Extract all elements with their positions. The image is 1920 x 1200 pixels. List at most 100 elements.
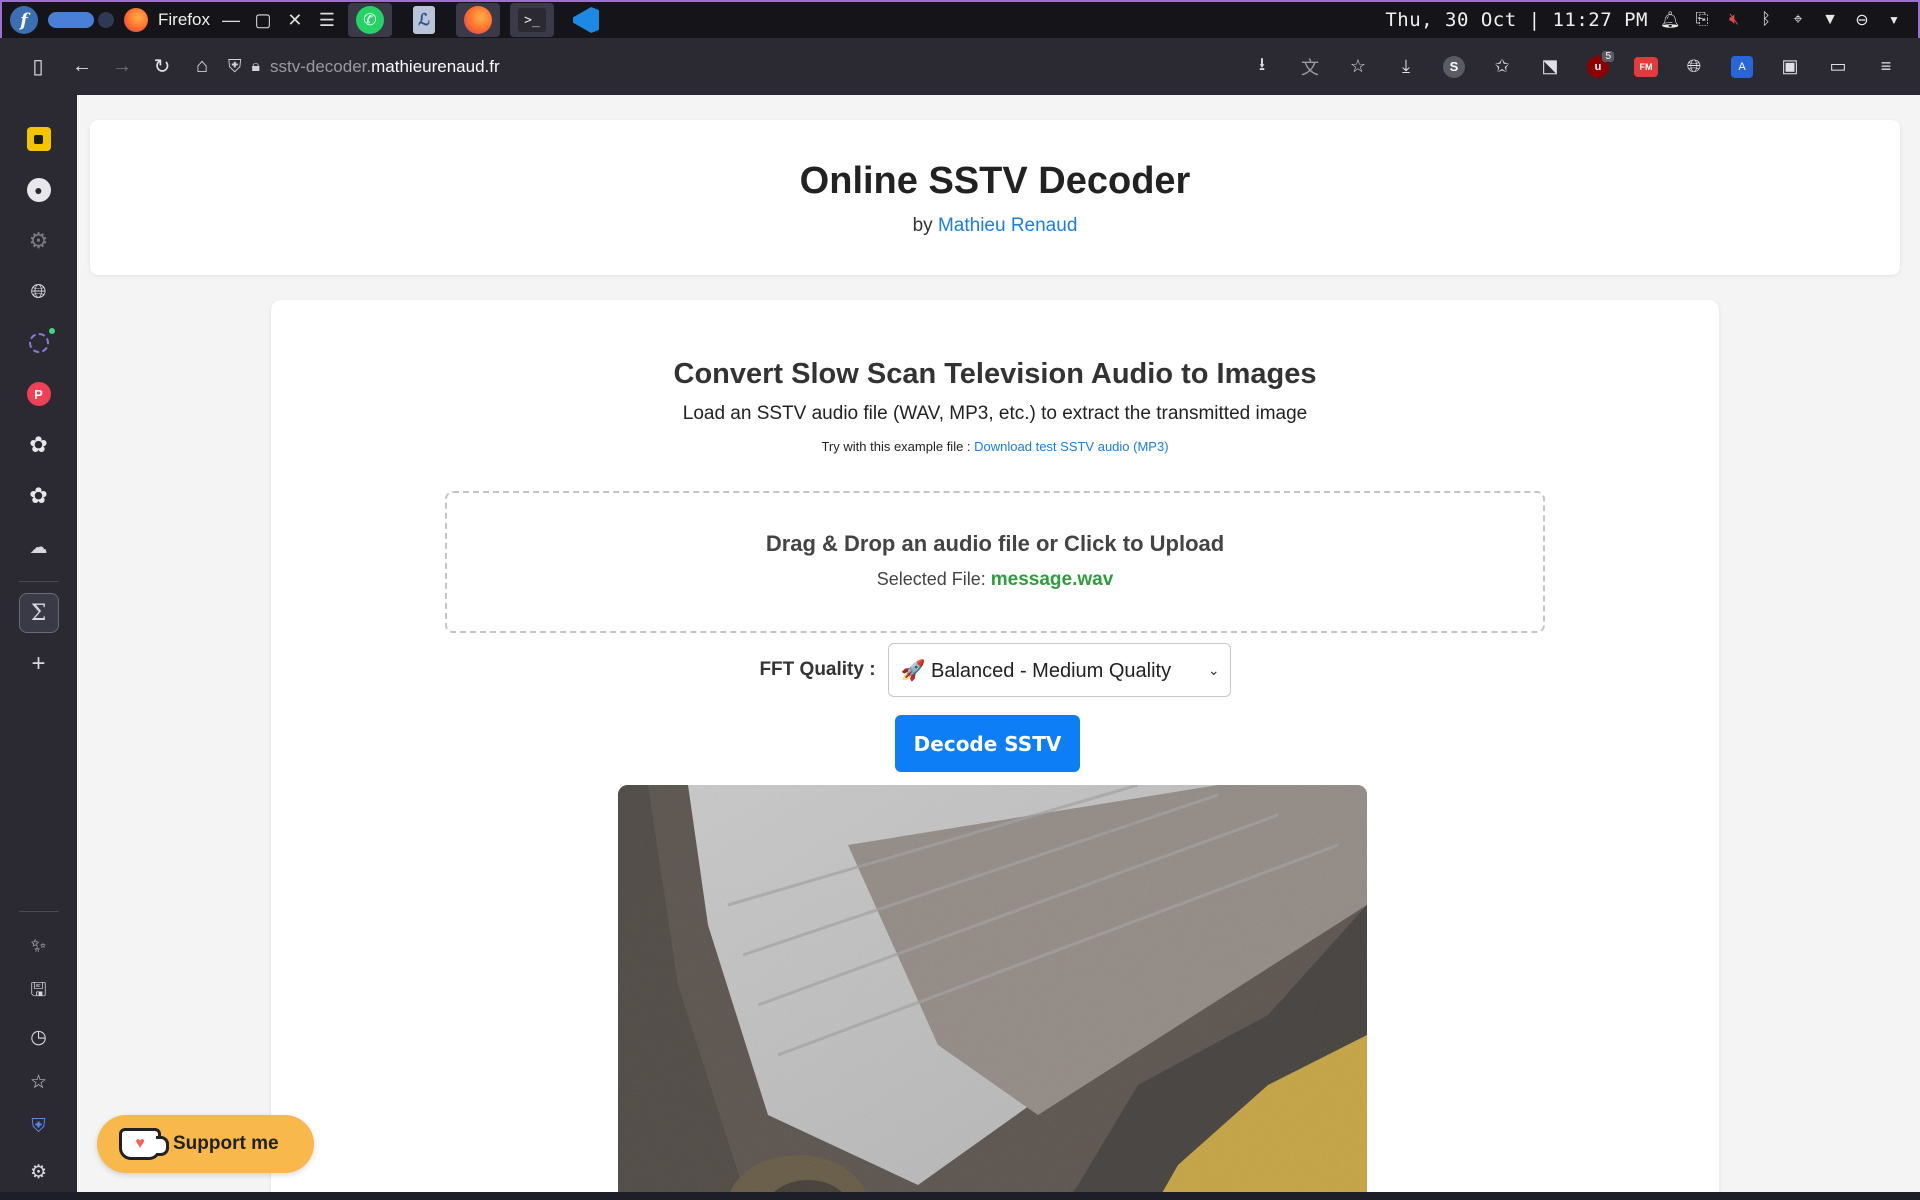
web-page: Online SSTV Decoder by Mathieu Renaud Co… — [77, 95, 1920, 1192]
wifi-icon[interactable]: ▼ — [1820, 11, 1840, 29]
tracking-shield-icon[interactable]: ⛨ — [228, 56, 242, 77]
author-prefix: by — [912, 215, 938, 236]
reload-icon[interactable]: ↻ — [142, 49, 182, 85]
system-top-bar: f Firefox — ▢ ✕ ☰ ✆ ℒ >_ Thu, 30 Oct | 1… — [0, 0, 1920, 38]
downloads-icon[interactable]: ⤓ — [1384, 49, 1428, 85]
taskbar-firefox[interactable] — [455, 3, 500, 37]
sidebar-item-save[interactable]: 🖫︎ — [19, 972, 59, 1012]
sidebar-item-mascot[interactable]: ☁ — [19, 527, 59, 567]
forward-icon[interactable]: → — [102, 49, 142, 85]
notes-icon — [26, 127, 51, 151]
sidebar-panel-icon[interactable]: ▭ — [1816, 49, 1860, 85]
browser-sidebar: ● ⚙ 🌐︎ P ✿ ✿ ☁ Σ + ✨︎ 🖫︎ ◷ ☆ ⛨ ⚙ — [0, 95, 77, 1200]
selected-file-prefix: Selected File: — [876, 569, 991, 589]
sidebar-item-github[interactable]: ● — [19, 170, 59, 210]
decoder-card: Convert Slow Scan Television Audio to Im… — [271, 300, 1719, 1192]
fft-quality-select[interactable]: 🚀 Balanced - Medium Quality ⌄ — [887, 643, 1231, 697]
decoded-image-graphic — [618, 785, 1367, 1192]
support-me-label: Support me — [173, 1133, 279, 1154]
reading-list-icon[interactable]: ✩ — [1480, 49, 1524, 85]
save-icon: 🖫︎ — [30, 980, 47, 1001]
notification-bell-icon[interactable]: 🔔︎ — [1660, 10, 1680, 30]
sidebar-item-sigma[interactable]: Σ — [18, 593, 59, 633]
back-icon[interactable]: ← — [62, 49, 102, 85]
history-icon: ◷ — [30, 1026, 47, 1048]
url-bar[interactable]: ⛨ 🔒︎ sstv-decoder.mathieurenaud.fr — [228, 47, 500, 87]
container-icon[interactable]: ▣ — [1768, 49, 1812, 85]
url-domain: mathieurenaud.fr — [371, 56, 500, 76]
sidebar-item-security[interactable]: ⛨ — [19, 1107, 59, 1147]
system-clock[interactable]: Thu, 30 Oct | 11:27 PM — [1385, 9, 1648, 31]
lock-icon[interactable]: 🔒︎ — [252, 58, 261, 76]
location-icon[interactable]: ⌖ — [1788, 11, 1808, 29]
translate-page-icon[interactable]: 文 — [1288, 49, 1332, 85]
taskbar-document-viewer[interactable]: ℒ — [402, 3, 446, 37]
chatgpt-icon: ✿ — [29, 432, 48, 457]
sidebar-item-extension[interactable]: ⚙ — [19, 221, 59, 261]
workspace-indicator-active[interactable] — [48, 12, 94, 28]
ublock-icon[interactable]: u 5 — [1576, 49, 1620, 85]
taskbar-vscode[interactable] — [564, 3, 608, 37]
extension-s-icon[interactable]: S — [1432, 49, 1476, 85]
sidebar-add-button[interactable]: + — [19, 644, 59, 684]
fft-quality-label: FFT Quality : — [759, 659, 876, 680]
sidebar-toggle-icon[interactable]: ▯ — [18, 49, 58, 85]
translator-extension-icon[interactable]: A — [1720, 49, 1764, 85]
example-download-link[interactable]: Download test SSTV audio (MP3) — [974, 439, 1168, 454]
active-window-title: Firefox — [158, 10, 210, 29]
sidebar-item-notes[interactable] — [19, 119, 59, 159]
bookmarks-icon: ☆ — [29, 1071, 48, 1093]
terminal-icon: >_ — [517, 8, 546, 32]
extension-fm-icon[interactable]: FM — [1624, 49, 1668, 85]
sidebar-item-globe[interactable]: 🌐︎ — [19, 272, 59, 312]
taskbar-whatsapp[interactable]: ✆ — [347, 3, 392, 37]
page-title: Online SSTV Decoder — [799, 160, 1191, 202]
author-link[interactable]: Mathieu Renaud — [938, 215, 1077, 236]
sidebar-item-ai[interactable]: ✨︎ — [19, 927, 59, 967]
clipboard-icon[interactable]: ⎘ — [1692, 11, 1712, 29]
settings-icon: ⚙ — [29, 1161, 48, 1183]
section-heading: Convert Slow Scan Television Audio to Im… — [673, 358, 1317, 390]
decode-sstv-button[interactable]: Decode SSTV — [895, 715, 1080, 772]
sidebar-item-chatgpt[interactable]: ✿ — [19, 425, 59, 465]
volume-icon[interactable]: 🔇︎ — [1724, 11, 1744, 29]
sidebar-item-bookmarks[interactable]: ☆ — [19, 1062, 59, 1102]
tray-menu-chevron-icon[interactable]: ▼ — [1884, 13, 1904, 27]
bluetooth-icon[interactable]: ᛒ — [1756, 11, 1776, 29]
sidebar-item-chatgpt-2[interactable]: ✿ — [19, 476, 59, 516]
close-icon[interactable]: ✕ — [284, 10, 306, 31]
extension-fm-label: FM — [1634, 56, 1658, 77]
add-icon: + — [31, 650, 46, 677]
maximize-icon[interactable]: ▢ — [252, 10, 274, 31]
pocket-icon: P — [26, 382, 51, 406]
chevron-down-icon: ⌄ — [1207, 661, 1220, 678]
header-card: Online SSTV Decoder by Mathieu Renaud — [90, 120, 1900, 275]
upload-dropzone[interactable]: Drag & Drop an audio file or Click to Up… — [445, 491, 1545, 633]
window-menu-icon[interactable]: ☰ — [316, 10, 338, 31]
home-icon[interactable]: ⌂ — [182, 49, 222, 85]
install-app-icon[interactable]: ⭳ — [1240, 49, 1284, 85]
sparkle-icon: ✨︎ — [30, 936, 47, 957]
vscode-icon — [572, 7, 599, 33]
globe-icon: 🌐︎ — [30, 280, 47, 303]
sidebar-item-loading[interactable] — [19, 323, 59, 363]
globe-extension-icon[interactable]: 🌐︎ — [1672, 49, 1716, 85]
sidebar-item-history[interactable]: ◷ — [19, 1017, 59, 1057]
sidebar-item-pocket[interactable]: P — [19, 374, 59, 414]
workspace-indicator[interactable] — [98, 12, 114, 28]
sidebar-item-settings[interactable]: ⚙ — [19, 1152, 59, 1192]
example-line: Try with this example file : Download te… — [271, 439, 1719, 454]
sidebar-bottom-group: ✨︎ 🖫︎ ◷ ☆ ⛨ ⚙ — [0, 911, 77, 1200]
do-not-disturb-icon[interactable]: ⊖ — [1852, 10, 1872, 30]
fedora-logo-icon[interactable]: f — [10, 6, 38, 34]
example-prefix: Try with this example file : — [821, 439, 975, 454]
extensions-puzzle-icon[interactable]: ⬔ — [1528, 49, 1572, 85]
taskbar-terminal[interactable]: >_ — [509, 3, 554, 37]
url-text[interactable]: sstv-decoder.mathieurenaud.fr — [270, 57, 500, 77]
minimize-icon[interactable]: — — [220, 10, 242, 31]
app-menu-icon[interactable]: ≡ — [1864, 49, 1908, 85]
fft-quality-row: FFT Quality : 🚀 Balanced - Medium Qualit… — [271, 643, 1719, 697]
fft-quality-value: 🚀 Balanced - Medium Quality — [900, 659, 1172, 682]
support-me-button[interactable]: ♥ Support me — [97, 1115, 314, 1173]
bookmark-star-icon[interactable]: ☆ — [1336, 49, 1380, 85]
